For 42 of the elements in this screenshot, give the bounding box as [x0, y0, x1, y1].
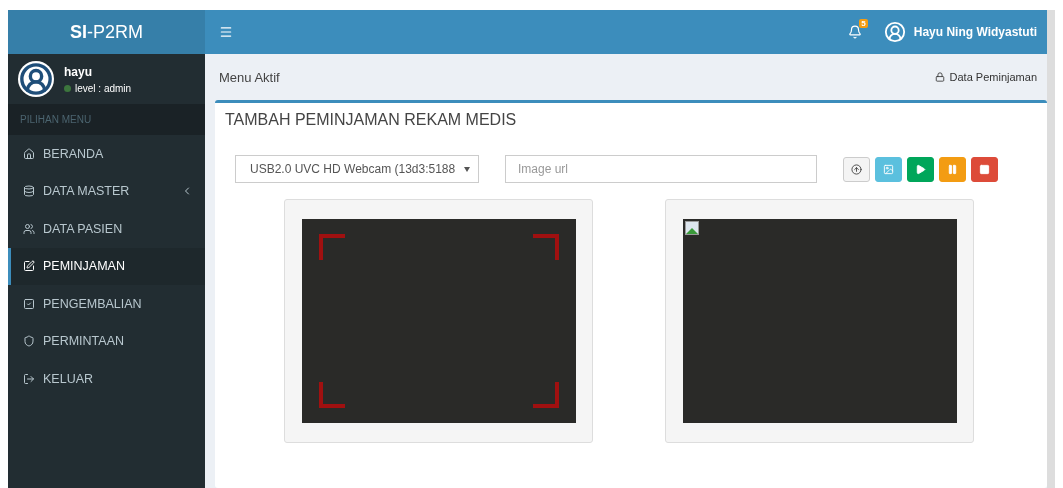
sidebar-item[interactable]: PENGEMBALIAN [8, 285, 205, 323]
shield-icon [23, 335, 35, 348]
sidebar-item[interactable]: DATA PASIEN [8, 210, 205, 248]
logout-icon [23, 372, 35, 385]
checkbox-icon [23, 297, 35, 310]
page-title: Menu Aktif [219, 69, 280, 85]
play-icon [915, 163, 926, 175]
stop-icon [979, 163, 990, 175]
menu-icon[interactable] [219, 25, 233, 39]
pause-button[interactable] [939, 156, 966, 182]
lock-icon [934, 72, 945, 82]
avatar-icon [18, 61, 54, 97]
pause-icon [947, 163, 958, 175]
sidebar-item[interactable]: PEMINJAMAN [8, 247, 205, 285]
dropdown-caret-icon [464, 166, 470, 172]
image-url-field[interactable]: Image url [505, 155, 817, 183]
bell-icon[interactable] [847, 25, 862, 39]
database-icon [23, 185, 35, 198]
image-icon [883, 163, 894, 175]
camera-select[interactable]: USB2.0 UVC HD Webcam (13d3:5188 [235, 155, 479, 183]
notification-badge: 5 [859, 19, 868, 28]
breadcrumb-item: Data Peminjaman [949, 71, 1037, 83]
user-menu[interactable]: Hayu Ning Widyastuti [913, 25, 1037, 39]
sidebar-item[interactable]: DATA MASTER [8, 172, 205, 210]
broken-image-icon [684, 221, 699, 235]
menu-header: PILIHAN MENU [8, 104, 205, 135]
user-level: level : admin [75, 82, 132, 94]
upload-icon [851, 163, 862, 175]
edit-icon [23, 260, 35, 273]
users-icon [23, 222, 35, 235]
user-icon [883, 21, 906, 43]
play-button[interactable] [907, 156, 934, 182]
image-button[interactable] [875, 156, 902, 182]
home-icon [23, 147, 35, 160]
sidebar-item[interactable]: BERANDA [8, 135, 205, 173]
stop-button[interactable] [971, 156, 998, 182]
upload-button[interactable] [843, 156, 870, 182]
sidebar-item[interactable]: PERMINTAAN [8, 322, 205, 360]
user-name: hayu [64, 64, 93, 79]
brand-logo[interactable]: SI-P2RM [8, 10, 205, 54]
box-title: TAMBAH PEMINJAMAN REKAM MEDIS [224, 110, 518, 130]
sidebar-item[interactable]: KELUAR [8, 360, 205, 398]
